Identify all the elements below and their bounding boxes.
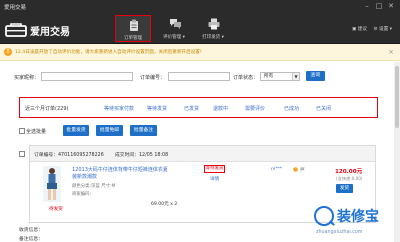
minimize-icon[interactable]: – bbox=[362, 1, 372, 11]
order-status-select[interactable]: 所有 ▼ bbox=[260, 72, 300, 81]
buyer-nick-label: 买家昵称： bbox=[14, 75, 40, 81]
order-checkbox[interactable] bbox=[19, 151, 25, 157]
clipboard-icon bbox=[130, 19, 138, 31]
product-variant: 颜色分类:深蓝 尺寸:M bbox=[72, 184, 116, 189]
watermark-url: zhuangxiuzhai.com bbox=[316, 230, 363, 235]
product-image[interactable] bbox=[43, 166, 61, 202]
chat-bubbles-icon bbox=[170, 19, 181, 29]
product-price: 69.00元 x 2 bbox=[151, 202, 178, 207]
watermark-brand: 装修宝 bbox=[337, 209, 379, 225]
tab-refunding[interactable]: 退款中 bbox=[213, 105, 228, 112]
notice-text: 12.4日凌晨开放了自动评价功能，请大家重新进入自动评价设置页面，关闭后重新开启… bbox=[15, 50, 205, 55]
order-number-input[interactable] bbox=[168, 72, 230, 81]
nav-print-ship[interactable]: 打印发货 ▾ bbox=[195, 15, 231, 42]
remark-info-label: 备注信息： bbox=[19, 237, 43, 242]
shipping-fee: (含快递:0.00) bbox=[336, 176, 363, 181]
notice-bar: ! 12.4日凌晨开放了自动评价功能，请大家重新进入自动评价设置页面，关闭后重新… bbox=[0, 44, 400, 61]
nav-label: 打印发货 ▾ bbox=[202, 35, 224, 40]
order-total: 120.00元 bbox=[335, 169, 363, 175]
ship-button[interactable]: 发货 bbox=[336, 184, 353, 193]
tab-shipped[interactable]: 已发货 bbox=[184, 105, 199, 112]
select-all-label: 全选 bbox=[26, 129, 37, 135]
watermark-logo-icon bbox=[314, 206, 334, 226]
tab-awaiting-shipment[interactable]: 等待发货 bbox=[147, 105, 167, 112]
wangwang-icon[interactable] bbox=[293, 167, 298, 172]
product-title[interactable]: 12013大码牛仔连体背带牛仔短裤连体衣夏装新款潮款 bbox=[72, 167, 172, 181]
order-number-label: 订单编号： bbox=[140, 75, 166, 81]
printer-icon bbox=[208, 18, 220, 30]
nav-order-management[interactable]: 订单管理 bbox=[115, 15, 151, 42]
nav-label: 评价管理 ▾ bbox=[163, 35, 185, 40]
close-icon[interactable]: ✕ bbox=[386, 1, 396, 11]
select-all-checkbox[interactable] bbox=[19, 128, 25, 134]
tab-closed[interactable]: 已关闭 bbox=[316, 105, 331, 112]
receiver-info-label: 收货信息： bbox=[19, 228, 43, 233]
buyer-nick-input[interactable] bbox=[41, 72, 133, 81]
info-icon: ! bbox=[4, 48, 12, 56]
header-actions: ▣ 建议 ⚙ 设置 ▾ bbox=[347, 26, 392, 32]
query-button[interactable]: 查询 bbox=[306, 71, 325, 81]
order-id: 订单编号：470116095278226 bbox=[34, 153, 104, 158]
search-form: 买家昵称： 订单编号： 订单状态： 所有 ▼ 查询 bbox=[0, 62, 400, 92]
window-titlebar: 爱用交易 – □ ✕ bbox=[0, 0, 400, 13]
watermark: 装修宝 zhuangxiuzhai.com bbox=[314, 205, 396, 241]
order-status-tag: 待发货 bbox=[49, 207, 63, 212]
order-status-label: 订单状态： bbox=[233, 75, 259, 81]
tab-needs-review[interactable]: 需要评价 bbox=[245, 105, 265, 112]
batch-actions: 全选 批量 批量发货 批量免邮 批量备注 bbox=[0, 120, 400, 142]
batch-ship-button[interactable]: 批量发货 bbox=[63, 125, 89, 136]
flag-icon[interactable] bbox=[300, 167, 305, 172]
nav-label: 订单管理 bbox=[124, 36, 142, 41]
product-photo-icon bbox=[47, 168, 57, 200]
maximize-icon[interactable]: □ bbox=[374, 1, 384, 11]
window-title: 爱用交易 bbox=[4, 5, 27, 11]
merchant-code: 商家编码： bbox=[72, 192, 94, 197]
order-created-time: 成交时间：12/05 18:08 bbox=[115, 153, 169, 158]
order-header: 订单编号：470116095278226 成交时间：12/05 18:08 bbox=[30, 146, 375, 162]
logo-text: 爱用交易 bbox=[30, 27, 70, 38]
tab-recent-orders[interactable]: 近三个月订单(229) bbox=[25, 105, 68, 112]
close-icon[interactable]: × bbox=[388, 48, 394, 56]
app-header: 爱用交易 订单管理 评价管理 ▾ 打印发货 ▾ ▣ 建议 ⚙ 设置 ▾ bbox=[0, 13, 400, 44]
nav-review-management[interactable]: 评价管理 ▾ bbox=[156, 15, 192, 42]
status-badge: 等待发货 bbox=[204, 165, 225, 173]
order-filter-tabs: 近三个月订单(229) 等待买家付款 等待发货 已发货 退款中 需要评价 已成功… bbox=[19, 97, 378, 118]
logo-icon bbox=[5, 23, 27, 37]
order-status-value: 所有 bbox=[264, 74, 274, 79]
batch-note-button[interactable]: 批量备注 bbox=[130, 125, 157, 136]
settings-menu[interactable]: ⚙ 设置 ▾ bbox=[373, 27, 392, 32]
tab-succeeded[interactable]: 已成功 bbox=[284, 105, 299, 112]
chevron-down-icon: ▼ bbox=[292, 73, 299, 80]
scrollbar-thumb[interactable] bbox=[395, 66, 399, 128]
tab-awaiting-payment[interactable]: 等待买家付款 bbox=[104, 105, 134, 112]
order-detail-link[interactable]: 详情 bbox=[210, 176, 219, 182]
batch-label: 批量 bbox=[36, 129, 47, 135]
batch-free-shipping-button[interactable]: 批量免邮 bbox=[96, 125, 123, 136]
feedback-link[interactable]: ▣ 建议 bbox=[352, 27, 367, 32]
buyer-name[interactable]: ni*** bbox=[271, 167, 282, 172]
